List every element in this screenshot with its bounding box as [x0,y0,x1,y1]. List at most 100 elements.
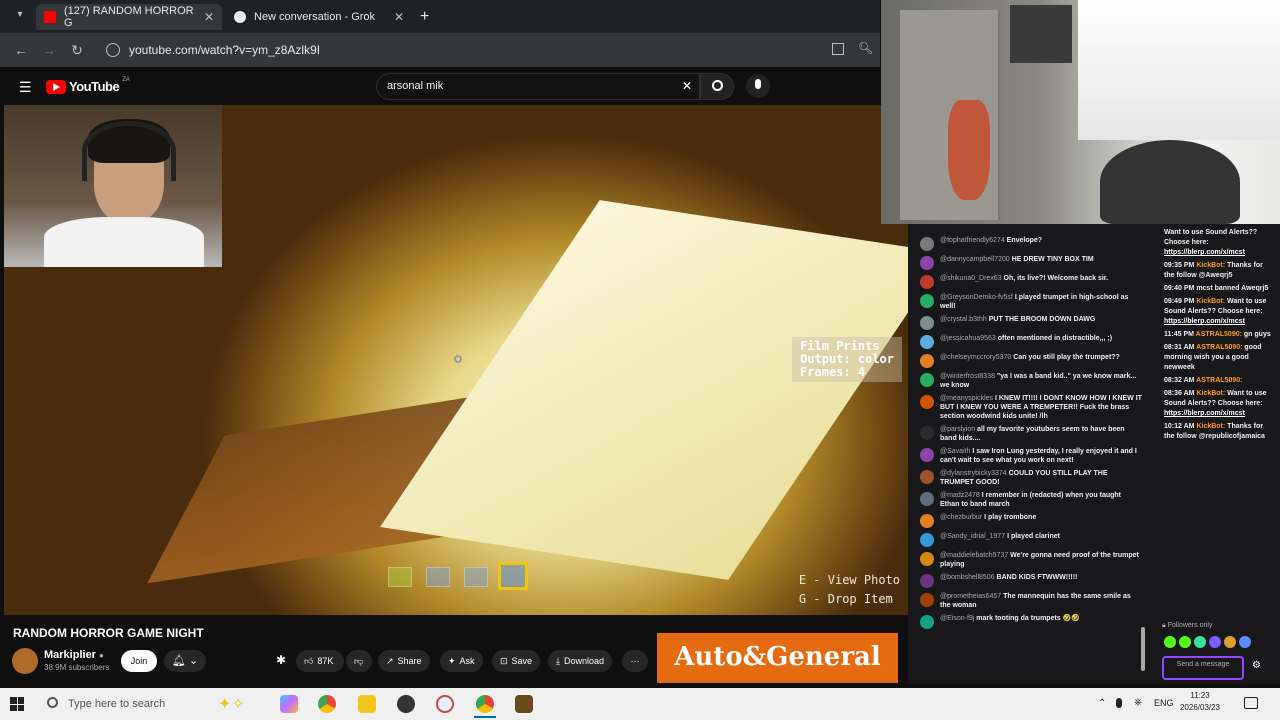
kick-chat-message: 09:49 PM KickBot: Want to use Sound Aler… [1164,297,1274,327]
forward-icon[interactable]: → [40,41,58,59]
message-user: ASTRAL5090: [1195,331,1242,338]
search-icon [712,80,723,91]
inventory-slot-broom [388,567,412,587]
user-avatar [920,354,934,368]
tab-label: New conversation - Grok [254,11,376,23]
subscription-bell-button[interactable]: 🔔︎ ⌄ [164,650,206,672]
chrome-icon[interactable] [318,695,336,713]
chat-message: @chezburbur I play trombone [908,511,1148,530]
language-indicator[interactable]: ENG [1154,698,1174,708]
site-info-icon[interactable] [106,43,120,57]
control-hints: E - View Photo G - Drop Item [798,573,900,606]
user-avatar [920,373,934,387]
clear-search-icon[interactable]: ✕ [682,79,692,93]
user-avatar [920,574,934,588]
advertisement-banner[interactable]: Auto&General [657,633,898,683]
voice-search-button[interactable] [746,74,770,98]
share-button[interactable]: ↗ Share [378,650,430,672]
chat-username: @GreysonDemko-fv5sf [940,294,1013,301]
tab-youtube[interactable]: (127) RANDOM HORROR G ✕ [36,4,222,30]
kick-chat-list: Want to use Sound Alerts?? Choose here: h… [1164,228,1274,442]
taskbar-clock[interactable]: 11:23 2026/03/23 [1172,690,1228,714]
message-link[interactable]: https://blerp.com/x/mcst [1164,249,1245,256]
join-button[interactable]: Join [121,650,157,672]
youtube-logo[interactable]: YouTube ZA [46,76,130,94]
network-icon[interactable]: ⎈ [1134,697,1142,708]
like-button[interactable]: 👍︎ 87K [296,650,344,672]
download-icon: ⤓ [556,656,560,666]
message-user: KickBot: [1196,298,1226,305]
user-avatar [920,492,934,506]
send-message-input[interactable]: Send a message [1162,656,1244,680]
tab-grok[interactable]: New conversation - Grok ✕ [226,4,412,30]
message-link[interactable]: https://blerp.com/x/mcst [1164,318,1245,325]
message-text: Want to use Sound Alerts?? Choose here: [1164,229,1258,246]
inventory-slot-photo [464,567,488,587]
channel-name[interactable]: Markiplier ● [44,649,104,661]
chat-username: @shikuna0_Drex63 [940,275,1002,282]
remix-icon[interactable]: ✱ [276,653,286,667]
chat-text: I saw Iron Lung yesterday, I really enjo… [940,448,1137,464]
chat-text: I play trombone [984,514,1037,521]
user-avatar [920,470,934,484]
message-text: mcst banned Aweqrj5 [1196,285,1269,292]
install-app-icon[interactable] [832,43,844,55]
reload-icon[interactable]: ↻ [68,41,86,59]
chat-username: @madz2478 [940,492,980,499]
film-prints-overlay: Film Prints Output: color Frames: 4 [792,337,902,382]
chat-settings-icon[interactable]: ⚙ [1252,660,1261,671]
game-app-icon[interactable] [515,695,533,713]
chat-text: often mentioned in distractible,,, ;) [997,335,1113,342]
game-wall-panel [380,200,908,580]
bookmark-icon: ⊡ [500,656,508,666]
video-player[interactable]: Film Prints Output: color Frames: 4 E - … [4,105,908,615]
kick-chat-message: 08:32 AM ASTRAL5090: [1164,376,1274,386]
zoom-icon[interactable]: 🔍︎ [858,41,873,55]
close-tab-icon[interactable]: ✕ [394,10,404,24]
search-button[interactable] [700,73,734,100]
search-input[interactable]: arsonal mik [376,73,700,100]
notifications-icon[interactable] [1244,697,1258,709]
copilot-icon[interactable] [280,695,298,713]
channel-avatar[interactable] [12,648,38,674]
save-button[interactable]: ⊡ Save [492,650,541,672]
message-user: KickBot: [1196,390,1226,397]
windows-start-icon[interactable] [10,697,24,711]
kick-chat-message: 08:31 AM ASTRAL5090: good morning wish y… [1164,343,1274,373]
tab-list-dropdown[interactable]: ▾ [12,9,28,25]
download-button[interactable]: ⤓ Download [548,650,613,672]
country-code: ZA [122,76,130,83]
dislike-button[interactable]: 👎︎ [346,650,372,672]
message-link[interactable]: https://blerp.com/x/mcst [1164,410,1245,417]
back-icon[interactable]: ← [12,41,30,59]
user-avatar [920,514,934,528]
microphone-tray-icon[interactable] [1116,698,1122,708]
message-time: 11:45 PM [1164,331,1194,338]
snipping-tool-icon[interactable] [436,695,454,713]
address-bar[interactable]: youtube.com/watch?v=ym_z8Azlk9I [129,39,889,61]
youtube-play-icon [46,79,66,94]
kick-chat-message: 09:40 PM mcst banned Aweqrj5 [1164,284,1274,294]
ask-button[interactable]: ✦ Ask [440,650,483,672]
chat-username: @Sandy_idrial_1977 [940,533,1006,540]
user-avatar [920,593,934,607]
menu-icon[interactable]: ☰ [19,79,32,96]
chrome-profile-icon[interactable] [476,695,494,713]
kick-chat-message: 11:45 PM ASTRAL5090: gn guys [1164,330,1274,340]
chat-text: mark tooting da trumpets 🤣🤣 [976,615,1081,622]
obs-icon[interactable] [397,695,415,713]
kick-chat-message: Want to use Sound Alerts?? Choose here: h… [1164,228,1274,258]
chat-message: @parslyion all my favorite youtubers see… [908,423,1148,445]
chat-message: @bombshell8506 BAND KIDS FTWWW!!!!! [908,571,1148,590]
chat-username: @Eison-f9j [940,615,975,622]
file-explorer-icon[interactable] [358,695,376,713]
new-tab-button[interactable]: + [420,8,429,26]
more-actions-button[interactable]: ⋯ [622,650,648,672]
search-highlight-icon[interactable]: ✦✧ [218,694,245,714]
show-hidden-icons[interactable]: ⌃ [1098,698,1106,709]
chat-message: @dylanstrybicky3374 COULD YOU STILL PLAY… [908,467,1148,489]
close-tab-icon[interactable]: ✕ [204,10,214,24]
sparkle-icon: ✦ [448,656,456,666]
chat-text: Oh, its live?! Welcome back sir. [1003,275,1109,282]
chat-scrollbar[interactable] [1141,627,1145,671]
